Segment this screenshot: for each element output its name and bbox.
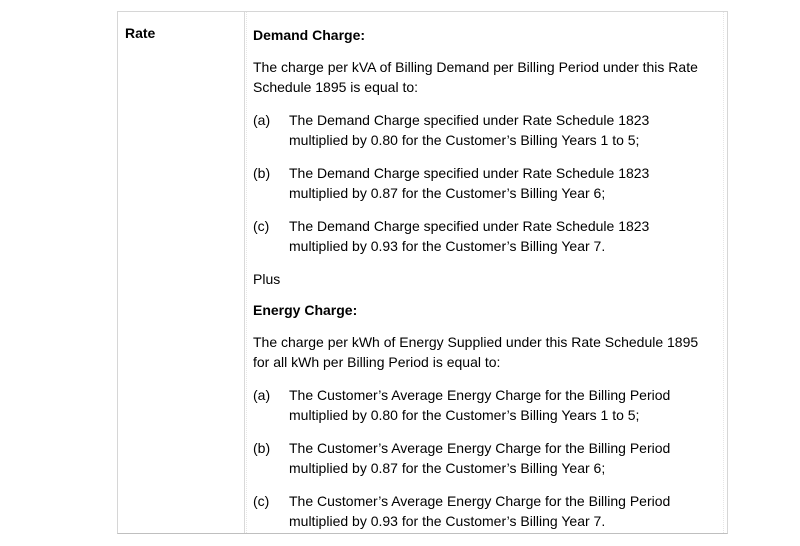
item-text: The Customer’s Average Energy Charge for… (289, 385, 719, 426)
column-divider (246, 12, 247, 533)
energy-intro-line-2: for all kWh per Billing Period is equal … (253, 354, 501, 370)
demand-item-a: (a) The Demand Charge specified under Ra… (253, 110, 719, 151)
item-line-2: multiplied by 0.80 for the Customer’s Bi… (289, 132, 640, 148)
energy-charge-intro: The charge per kWh of Energy Supplied un… (253, 332, 719, 373)
demand-intro-line-1: The charge per kVA of Billing Demand per… (253, 58, 698, 75)
energy-item-c: (c) The Customer’s Average Energy Charge… (253, 491, 719, 532)
item-line-2: multiplied by 0.93 for the Customer’s Bi… (289, 513, 606, 529)
energy-intro-line-1: The charge per kWh of Energy Supplied un… (253, 333, 699, 350)
demand-item-c: (c) The Demand Charge specified under Ra… (253, 216, 719, 257)
item-marker: (a) (253, 386, 271, 403)
right-border (723, 12, 724, 533)
item-line-1: The Customer’s Average Energy Charge for… (289, 492, 671, 509)
item-line-2: multiplied by 0.93 for the Customer’s Bi… (289, 238, 606, 254)
demand-charge-heading: Demand Charge: (253, 27, 366, 43)
item-text: The Customer’s Average Energy Charge for… (289, 491, 719, 532)
item-marker: (c) (253, 492, 270, 509)
item-marker: (b) (253, 164, 271, 181)
item-line-2: multiplied by 0.80 for the Customer’s Bi… (289, 407, 640, 423)
demand-charge-intro: The charge per kVA of Billing Demand per… (253, 57, 719, 98)
item-line-1: The Demand Charge specified under Rate S… (289, 217, 650, 234)
item-text: The Demand Charge specified under Rate S… (289, 110, 719, 151)
rate-table: Rate Demand Charge: The charge per kVA o… (117, 11, 728, 534)
row-label-rate: Rate (125, 25, 156, 41)
item-line-1: The Customer’s Average Energy Charge for… (289, 386, 671, 403)
item-line-1: The Demand Charge specified under Rate S… (289, 164, 650, 181)
item-marker: (c) (253, 217, 270, 234)
item-marker: (a) (253, 111, 271, 128)
item-line-2: multiplied by 0.87 for the Customer’s Bi… (289, 185, 606, 201)
energy-charge-heading: Energy Charge: (253, 302, 358, 318)
energy-item-b: (b) The Customer’s Average Energy Charge… (253, 438, 719, 479)
item-line-1: The Demand Charge specified under Rate S… (289, 111, 650, 128)
item-text: The Customer’s Average Energy Charge for… (289, 438, 719, 479)
item-line-1: The Customer’s Average Energy Charge for… (289, 439, 671, 456)
energy-item-a: (a) The Customer’s Average Energy Charge… (253, 385, 719, 426)
item-text: The Demand Charge specified under Rate S… (289, 216, 719, 257)
rate-description: Demand Charge: The charge per kVA of Bil… (253, 25, 719, 532)
item-marker: (b) (253, 439, 271, 456)
demand-item-b: (b) The Demand Charge specified under Ra… (253, 163, 719, 204)
item-line-2: multiplied by 0.87 for the Customer’s Bi… (289, 460, 606, 476)
label-column (118, 12, 245, 533)
demand-intro-line-2: Schedule 1895 is equal to: (253, 79, 419, 95)
plus-connector: Plus (253, 270, 281, 287)
item-text: The Demand Charge specified under Rate S… (289, 163, 719, 204)
